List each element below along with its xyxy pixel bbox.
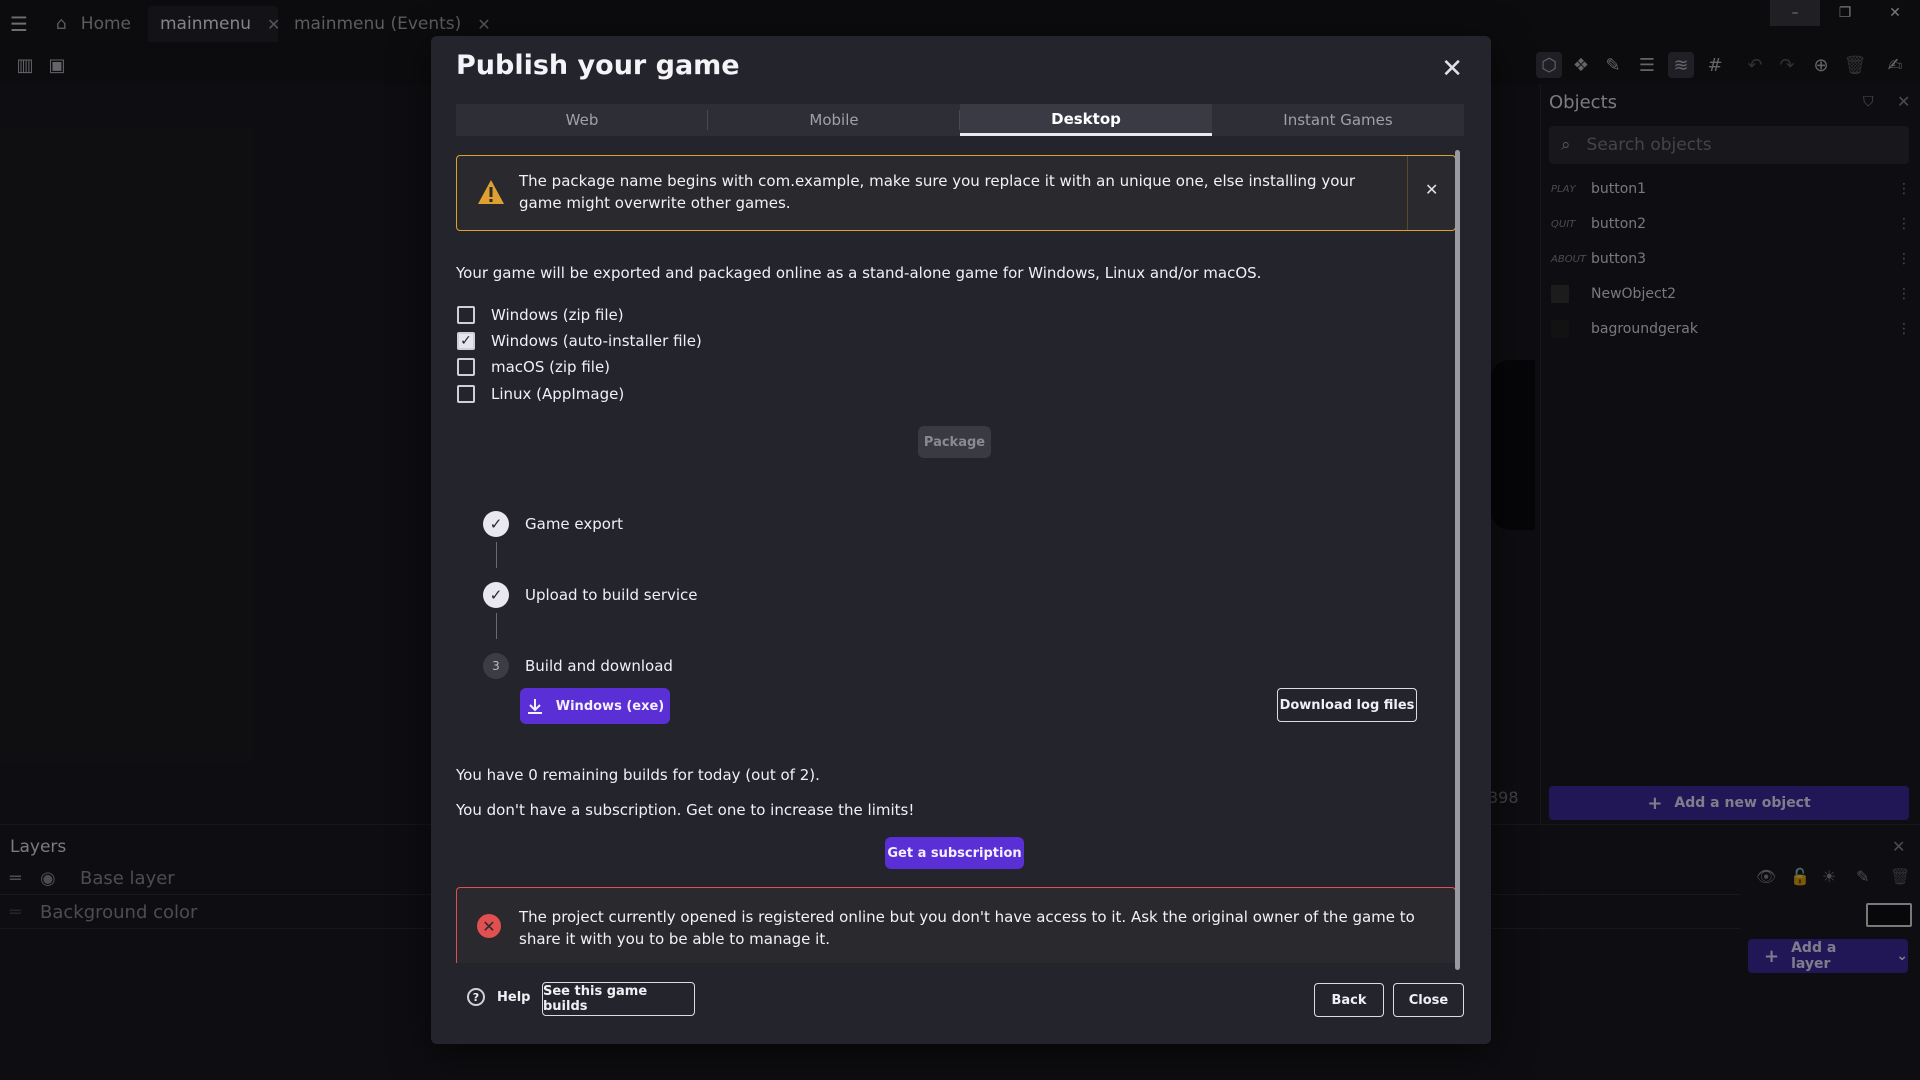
checkbox[interactable] xyxy=(457,358,475,376)
warning-icon xyxy=(478,180,504,204)
step-connector xyxy=(496,613,497,639)
error-alert: ✕ The project currently opened is regist… xyxy=(456,887,1456,963)
step-build-download: 3 Build and download xyxy=(483,651,673,681)
package-button[interactable]: Package xyxy=(918,426,991,458)
option-label: Windows (zip file) xyxy=(491,306,624,324)
remaining-builds-text: You have 0 remaining builds for today (o… xyxy=(456,766,820,784)
close-icon[interactable]: ✕ xyxy=(1425,180,1438,199)
step-label: Game export xyxy=(525,515,624,533)
tab-mobile[interactable]: Mobile xyxy=(708,104,960,136)
option-windows-zip[interactable]: Windows (zip file) xyxy=(457,304,624,326)
export-tabs: Web Mobile Desktop Instant Games xyxy=(456,104,1464,136)
download-windows-exe-button[interactable]: Windows (exe) xyxy=(520,688,670,724)
publish-dialog: Publish your game ✕ Web Mobile Desktop I… xyxy=(431,36,1491,1044)
export-description: Your game will be exported and packaged … xyxy=(456,264,1262,282)
see-game-builds-button[interactable]: See this game builds xyxy=(542,982,695,1016)
error-text: The project currently opened is register… xyxy=(519,908,1415,948)
step-label: Upload to build service xyxy=(525,586,698,604)
step-number: 3 xyxy=(483,653,509,679)
option-macos-zip[interactable]: macOS (zip file) xyxy=(457,356,610,378)
check-icon: ✓ xyxy=(483,511,509,537)
tab-web[interactable]: Web xyxy=(456,104,708,136)
help-button[interactable]: ? Help xyxy=(467,988,530,1006)
step-upload: ✓ Upload to build service xyxy=(483,580,698,610)
help-label: Help xyxy=(497,989,531,1005)
close-button[interactable]: Close xyxy=(1393,983,1464,1017)
error-icon: ✕ xyxy=(477,914,501,938)
warning-alert: The package name begins with com.example… xyxy=(456,155,1456,231)
checkbox[interactable] xyxy=(457,306,475,324)
help-icon: ? xyxy=(467,988,485,1006)
option-windows-installer[interactable]: ✓ Windows (auto-installer file) xyxy=(457,330,702,352)
dialog-title: Publish your game xyxy=(456,50,740,81)
checkbox[interactable] xyxy=(457,385,475,403)
get-subscription-button[interactable]: Get a subscription xyxy=(885,837,1024,869)
step-game-export: ✓ Game export xyxy=(483,509,623,539)
scrollbar[interactable] xyxy=(1455,150,1460,970)
close-icon[interactable]: ✕ xyxy=(1441,54,1463,84)
option-label: Linux (AppImage) xyxy=(491,385,625,403)
step-label: Build and download xyxy=(525,657,673,675)
warning-text: The package name begins with com.example… xyxy=(519,172,1356,212)
warning-divider xyxy=(1407,156,1408,230)
option-label: Windows (auto-installer file) xyxy=(491,332,702,350)
download-log-files-button[interactable]: Download log files xyxy=(1277,688,1417,722)
checkbox-checked[interactable]: ✓ xyxy=(457,332,475,350)
check-icon: ✓ xyxy=(483,582,509,608)
back-button[interactable]: Back xyxy=(1314,983,1384,1017)
subscription-text: You don't have a subscription. Get one t… xyxy=(456,801,915,819)
option-label: macOS (zip file) xyxy=(491,358,611,376)
option-linux-appimage[interactable]: Linux (AppImage) xyxy=(457,383,624,405)
tab-desktop[interactable]: Desktop xyxy=(960,104,1212,136)
step-connector xyxy=(496,542,497,568)
tab-instant-games[interactable]: Instant Games xyxy=(1212,104,1464,136)
download-icon xyxy=(527,699,542,714)
download-exe-label: Windows (exe) xyxy=(555,698,665,714)
